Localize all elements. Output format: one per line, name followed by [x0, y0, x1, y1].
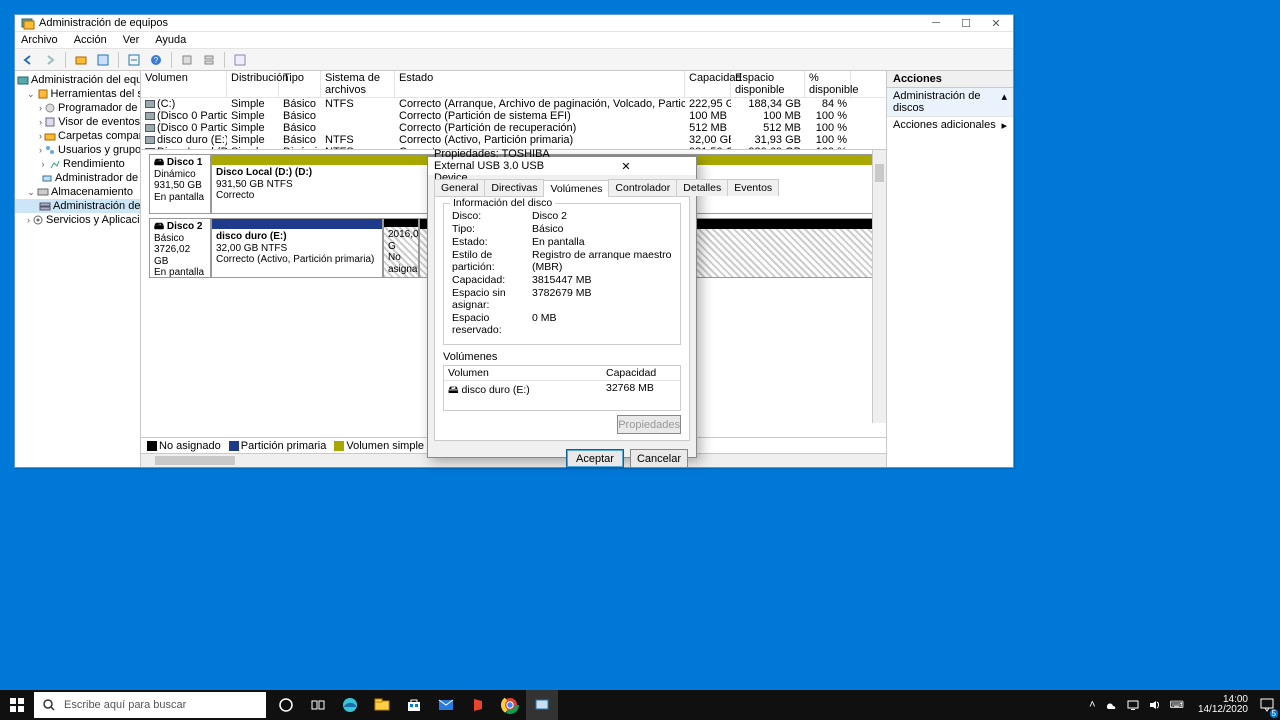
app-icon [21, 16, 35, 30]
close-icon[interactable]: ✕ [562, 160, 690, 173]
chevron-right-icon: ▸ [1001, 119, 1007, 132]
table-row[interactable]: (Disco 0 Partición 1)SimpleBásicoCorrect… [141, 110, 886, 122]
titlebar[interactable]: Administración de equipos ─ ☐ ✕ [15, 15, 1013, 31]
tree-item[interactable]: Administrador de disp [15, 171, 140, 185]
taskview-icon[interactable] [302, 690, 334, 720]
tree-disk-management[interactable]: Administración de disco [15, 199, 140, 213]
tree-system-tools[interactable]: ⌄Herramientas del sistema [15, 87, 140, 101]
office-icon[interactable] [462, 690, 494, 720]
menubar: Archivo Acción Ver Ayuda [15, 31, 1013, 49]
minimize-button[interactable]: ─ [921, 15, 951, 31]
cancel-button[interactable]: Cancelar [630, 449, 688, 468]
tree-storage[interactable]: ⌄Almacenamiento [15, 185, 140, 199]
table-header[interactable]: VolumenDistribuciónTipoSistema de archiv… [141, 71, 886, 98]
start-button[interactable] [0, 690, 34, 720]
volume-table: VolumenDistribuciónTipoSistema de archiv… [141, 71, 886, 149]
properties-dialog: Propiedades: TOSHIBA External USB 3.0 US… [427, 156, 697, 458]
list-item[interactable]: 🖴 disco duro (E:)32768 MB [444, 381, 680, 401]
actions-header: Acciones [887, 71, 1013, 88]
svg-text:?: ? [154, 56, 159, 65]
toolbar-icon[interactable] [178, 51, 196, 69]
taskbar: Escribe aquí para buscar ˄ ⌨ 14:00 14/12… [0, 690, 1280, 720]
window-title: Administración de equipos [39, 17, 921, 29]
dialog-tabs: General Directivas Volúmenes Controlador… [428, 175, 696, 196]
maximize-button[interactable]: ☐ [951, 15, 981, 31]
toolbar: ? [15, 49, 1013, 71]
help-icon[interactable]: ? [147, 51, 165, 69]
close-button[interactable]: ✕ [981, 15, 1011, 31]
nav-tree: Administración del equipo (loc ⌄Herramie… [15, 71, 141, 467]
dialog-body: Información del disco Disco:Disco 2Tipo:… [434, 196, 690, 441]
table-row[interactable]: (Disco 0 Partición 4)SimpleBásicoCorrect… [141, 122, 886, 134]
tree-item[interactable]: ›Carpetas compartidas [15, 129, 140, 143]
notifications-icon[interactable]: 5 [1254, 690, 1280, 720]
cortana-icon[interactable] [270, 690, 302, 720]
onedrive-icon[interactable] [1104, 698, 1118, 712]
language-indicator[interactable]: ⌨ [1170, 700, 1184, 711]
back-button[interactable] [19, 51, 37, 69]
dialog-titlebar[interactable]: Propiedades: TOSHIBA External USB 3.0 US… [428, 157, 696, 175]
disk-label: 🖴 Disco 2 Básico 3726,02 GB En pantalla [149, 218, 211, 278]
taskbar-app-icon[interactable] [526, 690, 558, 720]
edge-icon[interactable] [334, 690, 366, 720]
actions-item[interactable]: Administración de discos▴ [887, 88, 1013, 117]
volume-icon[interactable] [1148, 698, 1162, 712]
clock[interactable]: 14:00 14/12/2020 [1192, 695, 1254, 715]
ok-button[interactable]: Aceptar [566, 449, 624, 468]
search-placeholder: Escribe aquí para buscar [64, 699, 186, 711]
mail-icon[interactable] [430, 690, 462, 720]
tree-item[interactable]: ›Visor de eventos [15, 115, 140, 129]
tab-detalles[interactable]: Detalles [676, 179, 728, 196]
tree-item[interactable]: ›Rendimiento [15, 157, 140, 171]
disk-label: 🖴 Disco 1 Dinámico 931,50 GB En pantalla [149, 154, 211, 214]
system-tray: ˄ ⌨ [1081, 698, 1192, 712]
volumes-list[interactable]: VolumenCapacidad 🖴 disco duro (E:)32768 … [443, 365, 681, 411]
tab-directivas[interactable]: Directivas [484, 179, 544, 196]
toolbar-icon[interactable] [72, 51, 90, 69]
search-box[interactable]: Escribe aquí para buscar [34, 692, 266, 718]
properties-button: Propiedades [617, 415, 681, 434]
scrollbar-vertical[interactable] [872, 150, 886, 423]
store-icon[interactable] [398, 690, 430, 720]
volumes-label: Volúmenes [443, 351, 681, 363]
partition-unallocated[interactable]: 2016,00 GNo asigna [383, 218, 419, 278]
tab-general[interactable]: General [434, 179, 485, 196]
menu-accion[interactable]: Acción [74, 34, 107, 46]
toolbar-icon[interactable] [94, 51, 112, 69]
explorer-icon[interactable] [366, 690, 398, 720]
actions-more[interactable]: Acciones adicionales▸ [887, 117, 1013, 134]
search-icon [42, 698, 56, 712]
tree-root[interactable]: Administración del equipo (loc [15, 73, 140, 87]
tab-controlador[interactable]: Controlador [608, 179, 677, 196]
network-icon[interactable] [1126, 698, 1140, 712]
forward-button[interactable] [41, 51, 59, 69]
tab-eventos[interactable]: Eventos [727, 179, 779, 196]
tree-item[interactable]: ›Usuarios y grupos local [15, 143, 140, 157]
menu-ver[interactable]: Ver [123, 34, 140, 46]
tree-services[interactable]: ›Servicios y Aplicaciones [15, 213, 140, 227]
tab-volumenes[interactable]: Volúmenes [543, 180, 609, 197]
toolbar-icon[interactable] [200, 51, 218, 69]
tray-chevron-icon[interactable]: ˄ [1089, 699, 1095, 711]
refresh-icon[interactable] [125, 51, 143, 69]
chrome-icon[interactable] [494, 690, 526, 720]
toolbar-icon[interactable] [231, 51, 249, 69]
disk-info-group: Información del disco Disco:Disco 2Tipo:… [443, 203, 681, 345]
menu-ayuda[interactable]: Ayuda [155, 34, 186, 46]
chevron-up-icon: ▴ [1001, 90, 1007, 114]
table-row[interactable]: disco duro (E:)SimpleBásicoNTFSCorrecto … [141, 134, 886, 146]
table-row[interactable]: (C:)SimpleBásicoNTFSCorrecto (Arranque, … [141, 98, 886, 110]
actions-pane: Acciones Administración de discos▴ Accio… [887, 71, 1013, 467]
menu-archivo[interactable]: Archivo [21, 34, 58, 46]
tree-item[interactable]: ›Programador de tareas [15, 101, 140, 115]
partition[interactable]: disco duro (E:)32,00 GB NTFSCorrecto (Ac… [211, 218, 383, 278]
